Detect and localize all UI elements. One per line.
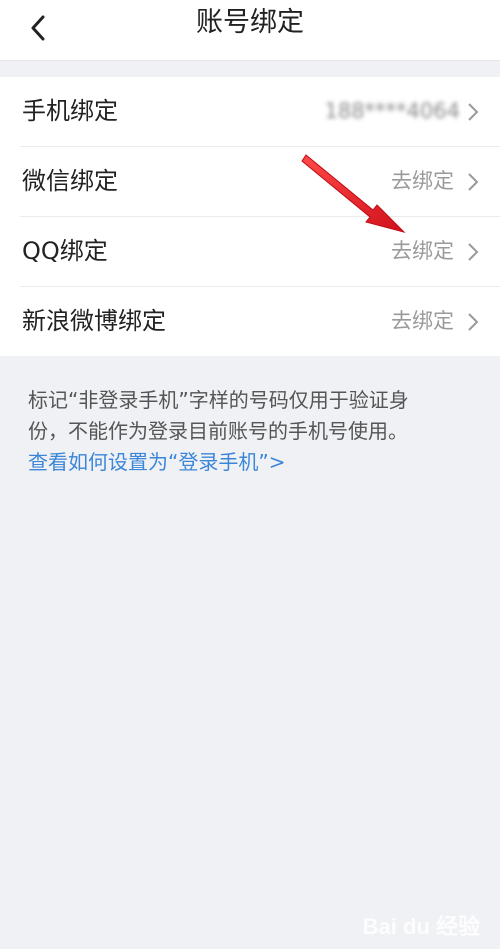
binding-note: 标记“非登录手机”字样的号码仅用于验证身 份，不能作为登录目前账号的手机号使用。…	[28, 385, 474, 478]
weibo-binding-row[interactable]: 新浪微博绑定 去绑定	[20, 287, 500, 356]
row-label: 手机绑定	[22, 97, 118, 125]
bind-action-label: 去绑定	[391, 309, 454, 333]
note-text-line-1: 标记“非登录手机”字样的号码仅用于验证身	[28, 388, 409, 412]
bind-action-label: 去绑定	[391, 169, 454, 193]
baidu-jingyan-watermark: Bai du 经验	[362, 914, 480, 939]
set-login-phone-link[interactable]: 查看如何设置为“登录手机”>	[28, 447, 474, 478]
top-nav-bar: 账号绑定	[0, 0, 500, 61]
row-label: 新浪微博绑定	[22, 307, 166, 335]
chevron-right-icon	[468, 173, 479, 191]
note-text-line-2: 份，不能作为登录目前账号的手机号使用。	[28, 419, 408, 443]
bind-action-label: 去绑定	[391, 239, 454, 263]
phone-binding-row[interactable]: 手机绑定 188****4064	[20, 77, 500, 147]
chevron-right-icon	[468, 313, 479, 331]
bound-phone-number: 188****4064	[324, 99, 460, 123]
chevron-right-icon	[468, 243, 479, 261]
wechat-binding-row[interactable]: 微信绑定 去绑定	[20, 147, 500, 217]
page-title: 账号绑定	[196, 7, 304, 38]
binding-list: 手机绑定 188****4064 微信绑定 去绑定 QQ绑定 去绑定 新浪微博绑…	[0, 77, 500, 356]
row-label: 微信绑定	[22, 167, 118, 195]
row-label: QQ绑定	[22, 237, 108, 265]
qq-binding-row[interactable]: QQ绑定 去绑定	[20, 217, 500, 287]
chevron-right-icon	[468, 103, 479, 121]
